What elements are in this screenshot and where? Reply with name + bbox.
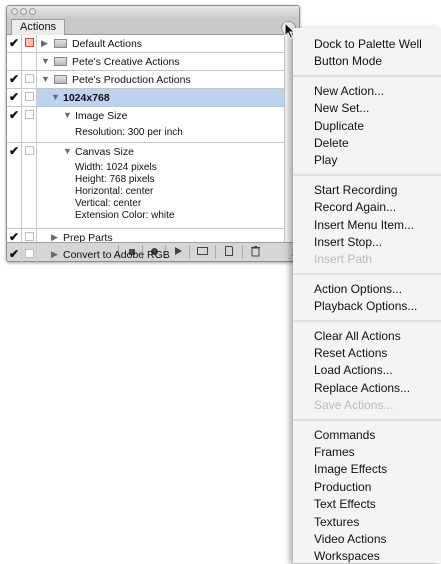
toggle-dialog-cell[interactable] <box>22 71 37 88</box>
minimize-window-button[interactable] <box>20 8 27 15</box>
menu-item-save-actions: Save Actions... <box>314 398 394 413</box>
toggle-dialog-cell[interactable] <box>22 89 37 106</box>
palette-titlebar[interactable] <box>7 6 299 19</box>
step-label: Canvas Size <box>75 146 134 158</box>
menu-item-delete[interactable]: Delete <box>314 135 349 151</box>
dialog-icon <box>25 92 34 101</box>
expanded-triangle-icon[interactable]: ▼ <box>63 110 72 121</box>
set-label: Pete's Creative Actions <box>72 56 180 68</box>
menu-item-insert-menu-item[interactable]: Insert Menu Item... <box>314 217 414 233</box>
step-row[interactable]: ✔ ▼ Image Size Resolution: 300 per inch <box>7 107 285 143</box>
menu-item-frames[interactable]: Frames <box>314 444 355 460</box>
menu-item-play[interactable]: Play <box>314 152 337 168</box>
dialog-icon <box>25 38 34 47</box>
expanded-triangle-icon[interactable]: ▼ <box>41 56 50 67</box>
checkmark-icon: ✔ <box>9 108 20 122</box>
checkmark-icon: ✔ <box>9 247 20 261</box>
expanded-triangle-icon[interactable]: ▼ <box>41 74 50 85</box>
step-label: Image Size <box>75 110 128 122</box>
menu-item-clear-all-actions[interactable]: Clear All Actions <box>314 328 401 344</box>
zoom-window-button[interactable] <box>29 8 36 15</box>
toggle-item-cell[interactable]: ✔ <box>7 35 22 52</box>
menu-separator <box>293 319 441 322</box>
menu-separator <box>293 173 441 176</box>
toggle-dialog-cell[interactable] <box>22 35 37 52</box>
toggle-dialog-cell[interactable] <box>22 53 37 70</box>
menu-separator <box>293 74 441 77</box>
menu-item-textures[interactable]: Textures <box>314 514 359 530</box>
step-row[interactable]: ✔ ▼ Canvas Size Width: 1024 pixels Heigh… <box>7 143 285 229</box>
action-row[interactable]: ✔ ▶ Convert to Adobe RGB <box>7 246 285 264</box>
step-detail: Resolution: 300 per inch <box>75 127 183 138</box>
menu-item-new-action[interactable]: New Action... <box>314 83 384 99</box>
folder-icon <box>54 57 67 66</box>
tab-actions[interactable]: Actions <box>11 19 66 35</box>
step-detail: Horizontal: center <box>75 186 154 197</box>
menu-item-production[interactable]: Production <box>314 479 371 495</box>
palette-tabbar: Actions <box>7 19 299 35</box>
menu-item-image-effects[interactable]: Image Effects <box>314 461 387 477</box>
menu-separator <box>293 418 441 421</box>
menu-item-playback-options[interactable]: Playback Options... <box>314 298 417 314</box>
set-row[interactable]: ✔ ▼ Pete's Production Actions <box>7 71 285 89</box>
menu-item-replace-actions[interactable]: Replace Actions... <box>314 380 410 396</box>
menu-item-reset-actions[interactable]: Reset Actions <box>314 345 387 361</box>
menu-separator <box>293 272 441 275</box>
toggle-item-cell[interactable]: ✔ <box>7 71 22 88</box>
menu-item-load-actions[interactable]: Load Actions... <box>314 362 393 378</box>
dialog-icon <box>25 74 34 83</box>
toggle-item-cell[interactable]: ✔ <box>7 246 22 264</box>
checkmark-icon: ✔ <box>9 36 20 50</box>
step-detail: Width: 1024 pixels <box>75 162 157 173</box>
step-detail: Extension Color: white <box>75 210 175 221</box>
menu-item-dock-to-palette-well[interactable]: Dock to Palette Well <box>314 36 422 52</box>
menu-item-action-options[interactable]: Action Options... <box>314 281 402 297</box>
menu-item-insert-stop[interactable]: Insert Stop... <box>314 234 382 250</box>
toggle-dialog-cell[interactable] <box>22 246 37 264</box>
expanded-triangle-icon[interactable]: ▼ <box>63 146 72 157</box>
set-row[interactable]: ✔ ▶ Default Actions <box>7 35 285 53</box>
step-detail: Vertical: center <box>75 198 142 209</box>
action-label: Convert to Adobe RGB <box>63 249 170 261</box>
expanded-triangle-icon[interactable]: ▼ <box>51 92 60 103</box>
step-detail: Height: 768 pixels <box>75 174 155 185</box>
menu-item-button-mode[interactable]: Button Mode <box>314 53 382 69</box>
set-row[interactable]: ▼ Pete's Creative Actions <box>7 53 285 71</box>
menu-item-workspaces[interactable]: Workspaces <box>314 548 380 564</box>
palette-flyout-menu: Dock to Palette Well Button Mode New Actio… <box>293 28 441 563</box>
toggle-item-cell[interactable] <box>7 53 22 70</box>
dialog-icon <box>25 249 34 258</box>
menu-item-text-effects[interactable]: Text Effects <box>314 496 376 512</box>
toggle-item-cell[interactable]: ✔ <box>7 89 22 106</box>
close-window-button[interactable] <box>11 8 18 15</box>
action-row[interactable]: ✔ ▼ 1024x768 <box>7 89 285 107</box>
toggle-item-cell[interactable]: ✔ <box>7 143 22 228</box>
set-label: Pete's Production Actions <box>72 74 191 86</box>
dialog-icon <box>25 232 34 241</box>
dialog-icon <box>25 146 34 155</box>
toggle-dialog-cell[interactable] <box>22 143 37 228</box>
collapsed-triangle-icon[interactable]: ▶ <box>51 249 58 260</box>
menu-item-start-recording[interactable]: Start Recording <box>314 182 397 198</box>
menu-item-insert-path: Insert Path <box>314 252 373 267</box>
checkmark-icon: ✔ <box>9 144 20 158</box>
menu-item-new-set[interactable]: New Set... <box>314 100 369 116</box>
dialog-icon <box>25 110 34 119</box>
menu-item-duplicate[interactable]: Duplicate <box>314 118 364 134</box>
action-label: 1024x768 <box>63 92 110 104</box>
folder-icon <box>54 75 67 84</box>
set-label: Default Actions <box>72 38 143 50</box>
menu-item-record-again[interactable]: Record Again... <box>314 199 396 215</box>
checkmark-icon: ✔ <box>9 72 20 86</box>
actions-list: ✔ ▶ Default Actions ▼ Pete's Creative Ac… <box>7 35 285 247</box>
actions-palette: Actions ► ✔ ▶ Default Actions ▼ Pete's C… <box>6 5 300 262</box>
toggle-item-cell[interactable]: ✔ <box>7 107 22 142</box>
menu-item-commands[interactable]: Commands <box>314 427 375 443</box>
toggle-dialog-cell[interactable] <box>22 107 37 142</box>
collapsed-triangle-icon[interactable]: ▶ <box>41 38 48 49</box>
folder-icon <box>54 39 67 48</box>
checkmark-icon: ✔ <box>9 90 20 104</box>
menu-item-video-actions[interactable]: Video Actions <box>314 531 387 547</box>
mouse-pointer-icon <box>284 22 296 40</box>
